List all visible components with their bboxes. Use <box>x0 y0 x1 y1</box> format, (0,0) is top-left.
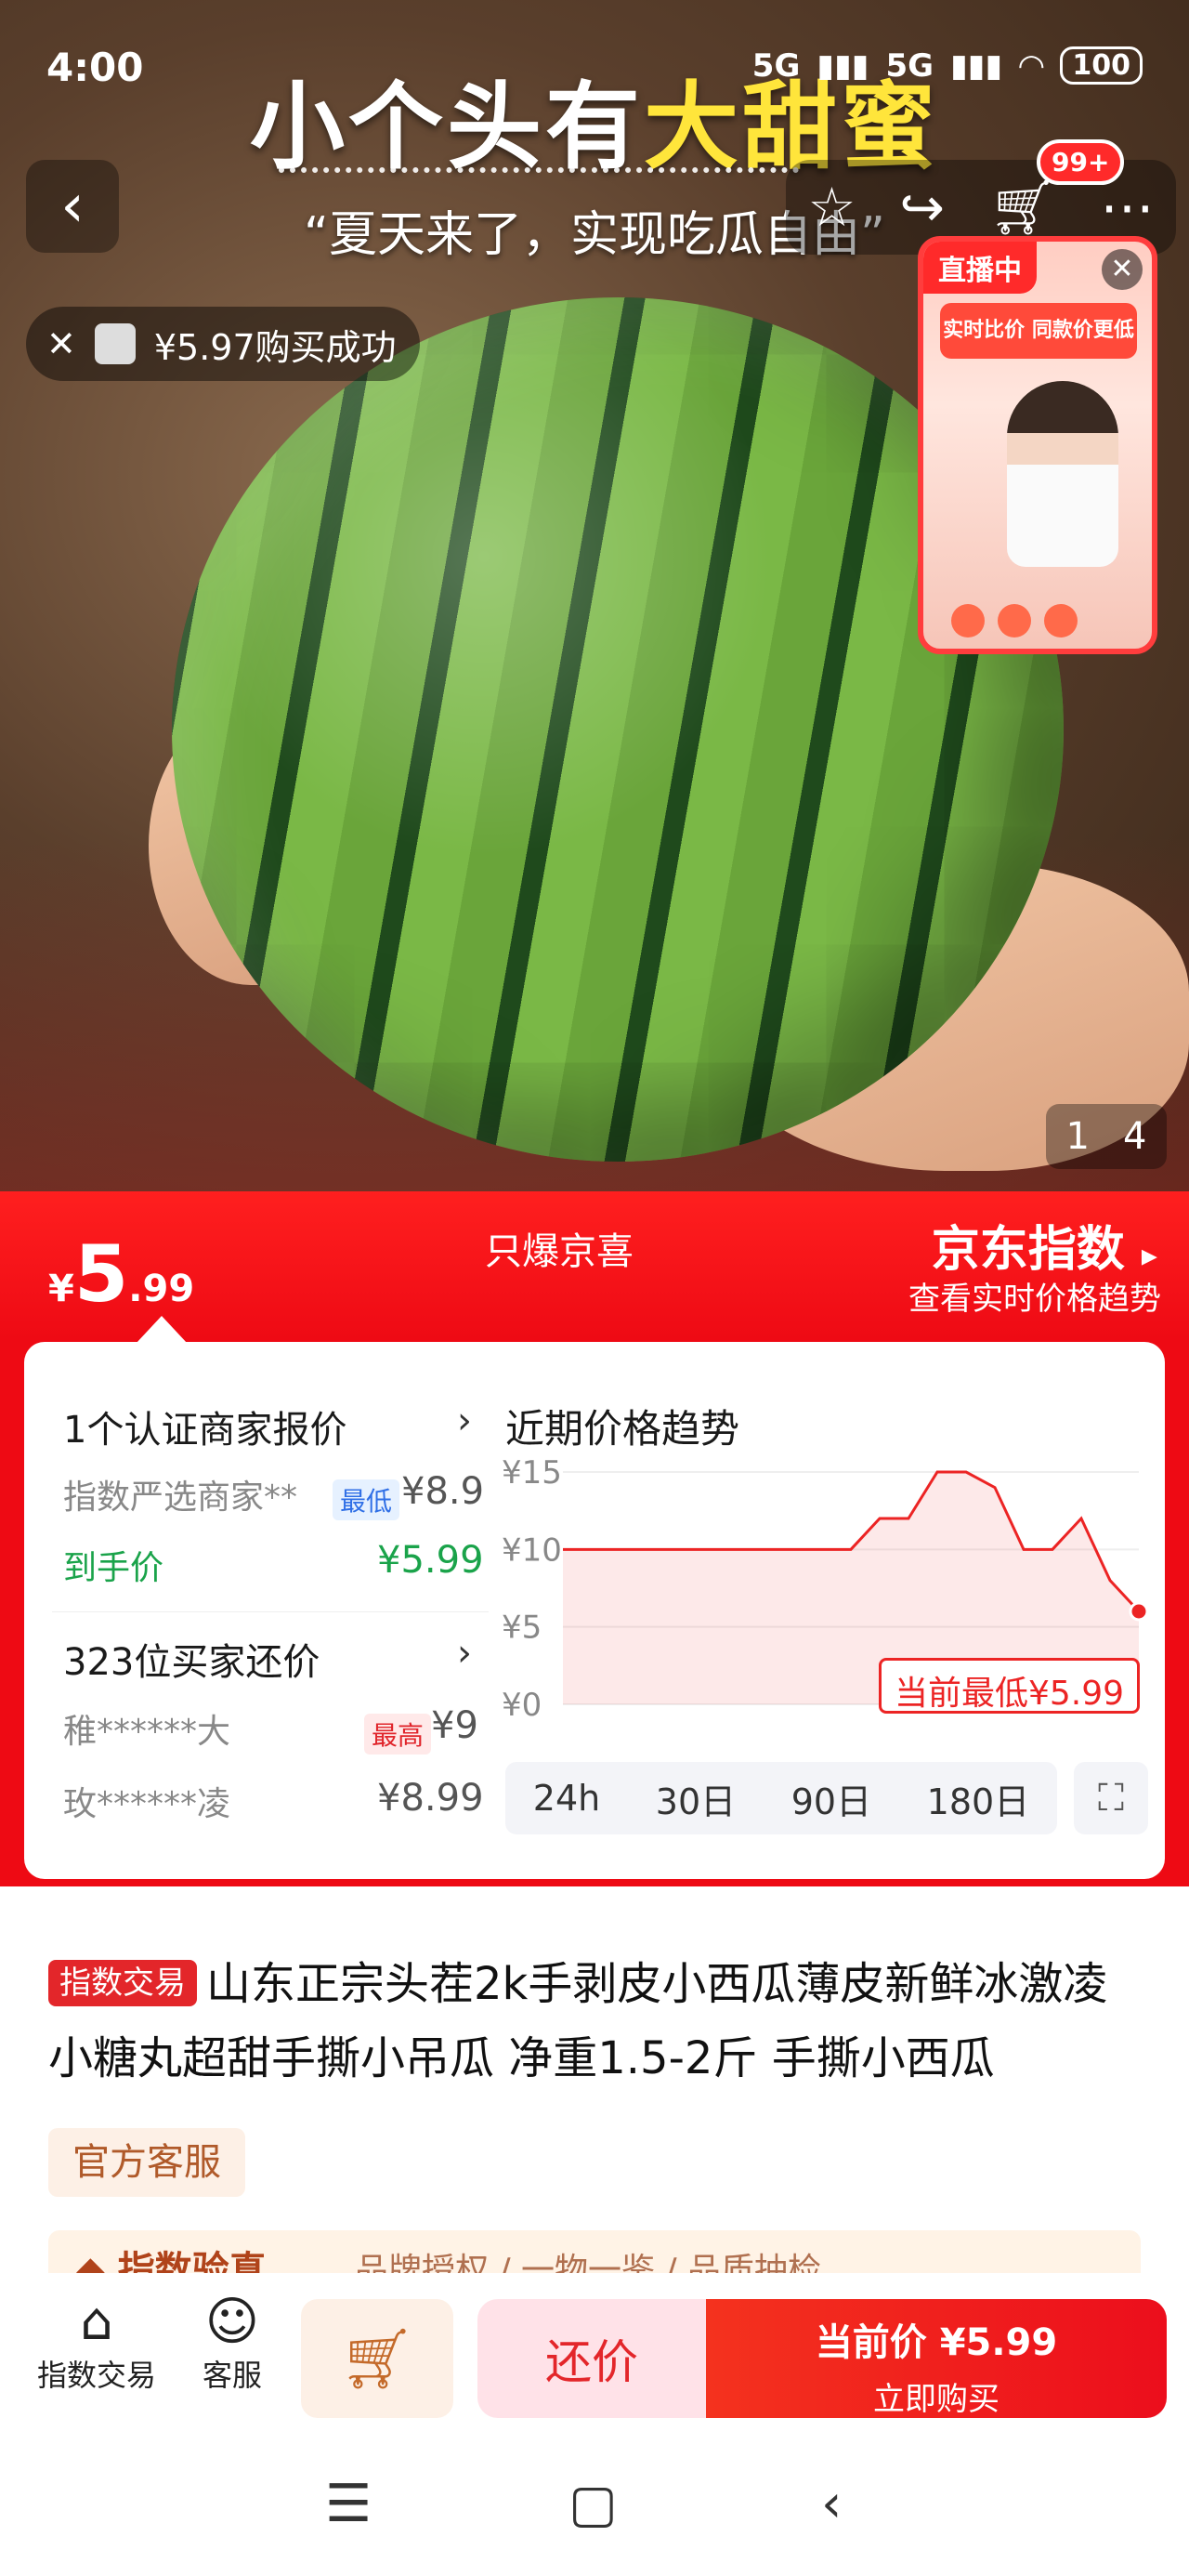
bargain-row: 玫******凌 ¥8.99 <box>63 1777 484 1825</box>
signal-icon: ▮▮▮ <box>817 46 869 85</box>
more-icon[interactable]: ⋯ <box>1101 176 1155 239</box>
battery-icon: 100 <box>1060 46 1143 85</box>
range-tabs: 24h 30日 90日 180日 <box>505 1762 1057 1834</box>
close-icon[interactable]: ✕ <box>46 323 76 364</box>
expand-icon: ⛶ <box>1098 1777 1124 1820</box>
final-price: ¥5.99 <box>377 1539 484 1582</box>
wifi-icon: ◠ <box>1019 46 1044 85</box>
pager-current: 1 <box>1065 1115 1090 1158</box>
chevron-right-icon[interactable]: › <box>457 1400 472 1442</box>
buyer-avatar <box>94 323 136 364</box>
customer-service-button[interactable]: ☺ 客服 <box>176 2273 288 2395</box>
compare-card: 1个认证商家报价 › 指数严选商家** 最低 ¥8.9 到手价 ¥5.99 32… <box>24 1316 1165 1879</box>
final-label: 到手价 <box>63 1549 164 1587</box>
divider <box>52 1611 489 1612</box>
buy-price-line: 当前价 ¥5.99 <box>815 2321 1058 2364</box>
price-currency: ¥ <box>48 1268 74 1310</box>
bargain-price: ¥9 <box>431 1704 478 1747</box>
merchant-header[interactable]: 1个认证商家报价 <box>63 1400 346 1453</box>
pager-total: 4 <box>1123 1115 1147 1158</box>
tab-24h[interactable]: 24h <box>533 1778 600 1819</box>
fullscreen-button[interactable]: ⛶ <box>1074 1762 1148 1834</box>
caret-right-icon: ▸ <box>1141 1237 1157 1274</box>
y-tick-label: ¥0 <box>502 1687 542 1724</box>
buy-now-label: 立即购买 <box>873 2381 1000 2418</box>
cart-icon[interactable]: 🛒︎ <box>988 176 1057 240</box>
index-trade-tag: 指数交易 <box>48 1960 197 2006</box>
purchase-toast: ✕ ¥5.97购买成功 <box>26 307 420 381</box>
jd-index-title: 京东指数 <box>931 1222 1125 1278</box>
compare-section: 1个认证商家报价 › 指数严选商家** 最低 ¥8.9 到手价 ¥5.99 32… <box>0 1316 1189 1886</box>
bargain-button[interactable]: 还价 <box>477 2299 706 2418</box>
signal-5g-2: 5G <box>885 46 934 85</box>
bargain-title: 323位买家还价 <box>63 1641 320 1684</box>
signal-icon-2: ▮▮▮ <box>950 46 1003 85</box>
favorite-star-icon[interactable]: ☆ <box>807 176 856 239</box>
cart-count-badge: 99+ <box>1037 139 1125 185</box>
back-button[interactable]: ‹ <box>26 160 119 253</box>
trend-title: 近期价格趋势 <box>505 1406 740 1452</box>
system-navigation-bar: ☰ ▢ ‹ <box>0 2437 1189 2576</box>
price-decimal: .99 <box>128 1268 195 1310</box>
merchant-price: ¥8.9 <box>401 1470 485 1513</box>
service-smile-icon: ☺ <box>204 2292 260 2352</box>
menu-icon[interactable]: ☰ <box>325 2474 372 2534</box>
price-slogan: 只爆京喜 <box>485 1230 634 1273</box>
buy-now-button[interactable]: 当前价 ¥5.99 立即购买 <box>706 2299 1167 2418</box>
bargain-header[interactable]: 323位买家还价 <box>63 1632 320 1686</box>
share-icon[interactable]: ↪ <box>899 176 945 239</box>
add-to-cart-button[interactable]: 🛒︎ <box>301 2299 453 2418</box>
status-icons: 5G ▮▮▮ 5G ▮▮▮ ◠ 100 <box>752 46 1143 85</box>
tab-180d[interactable]: 180日 <box>927 1773 1030 1824</box>
chevron-right-icon[interactable]: › <box>457 1632 472 1675</box>
chevron-left-icon: ‹ <box>60 172 85 241</box>
merchant-name: 指数严选商家** <box>63 1479 298 1517</box>
merchant-title: 1个认证商家报价 <box>63 1409 347 1452</box>
highest-tag: 最高 <box>364 1714 432 1755</box>
cart-plus-icon: 🛒︎ <box>339 2324 415 2394</box>
index-trade-label: 指数交易 <box>36 2358 156 2393</box>
product-title-block: 指数交易 山东正宗头茬2k手剥皮小西瓜薄皮新鲜冰激凌小糖丸超甜手撕小吊瓜 净重1.… <box>48 1947 1144 2096</box>
index-trade-button[interactable]: ⌂ 指数交易 <box>32 2273 162 2395</box>
y-tick-label: ¥15 <box>502 1454 562 1492</box>
bargain-row: 稚******大 最高 ¥9 <box>63 1704 478 1755</box>
y-tick-label: ¥10 <box>502 1531 562 1569</box>
status-bar: 4:00 5G ▮▮▮ 5G ▮▮▮ ◠ 100 <box>0 37 1189 112</box>
store-icon: ⌂ <box>80 2292 113 2352</box>
price-integer: 5 <box>73 1229 129 1320</box>
back-nav-icon[interactable]: ‹ <box>821 2474 842 2534</box>
live-stream-window[interactable]: 直播中 ✕ 实时比价 同款价更低 <box>918 236 1157 654</box>
live-close-button[interactable]: ✕ <box>1102 249 1143 290</box>
image-pager: 1 4 <box>1046 1104 1167 1169</box>
headline-divider <box>279 167 799 173</box>
tab-30d[interactable]: 30日 <box>656 1773 736 1824</box>
signal-5g-1: 5G <box>751 46 801 85</box>
merchant-row[interactable]: 指数严选商家** 最低 ¥8.9 <box>63 1470 484 1520</box>
buyer-name: 稚******大 <box>63 1713 231 1751</box>
lowest-tag: 最低 <box>333 1479 400 1520</box>
live-product-dots <box>951 604 1078 637</box>
home-icon[interactable]: ▢ <box>568 2474 618 2534</box>
product-title: 山东正宗头茬2k手剥皮小西瓜薄皮新鲜冰激凌小糖丸超甜手撕小吊瓜 净重1.5-2斤… <box>48 1958 1108 2084</box>
buyer-name: 玫******凌 <box>63 1785 231 1823</box>
live-badge: 直播中 <box>923 242 1037 294</box>
official-service-badge[interactable]: 官方客服 <box>48 2128 245 2197</box>
tab-90d[interactable]: 90日 <box>791 1773 871 1824</box>
current-price-point <box>1129 1601 1149 1622</box>
y-tick-label: ¥5 <box>502 1610 542 1647</box>
bargain-price: ¥8.99 <box>377 1777 484 1820</box>
current-price: ¥5.99 <box>48 1229 194 1320</box>
current-low-label: 当前最低¥5.99 <box>879 1658 1141 1714</box>
jd-index-subtitle[interactable]: 查看实时价格趋势 <box>908 1273 1161 1319</box>
service-label: 客服 <box>202 2358 262 2393</box>
status-time: 4:00 <box>46 45 144 90</box>
bottom-action-bar: ⌂ 指数交易 ☺ 客服 🛒︎ 还价 当前价 ¥5.99 立即购买 <box>0 2273 1189 2437</box>
live-banner: 实时比价 同款价更低 <box>940 303 1137 359</box>
final-price-row: 到手价 ¥5.99 <box>63 1539 484 1589</box>
toast-text: ¥5.97购买成功 <box>153 326 397 368</box>
card-pointer <box>136 1316 188 1344</box>
live-host-image <box>1007 381 1118 567</box>
jd-index-link[interactable]: 京东指数 ▸ <box>932 1210 1157 1280</box>
